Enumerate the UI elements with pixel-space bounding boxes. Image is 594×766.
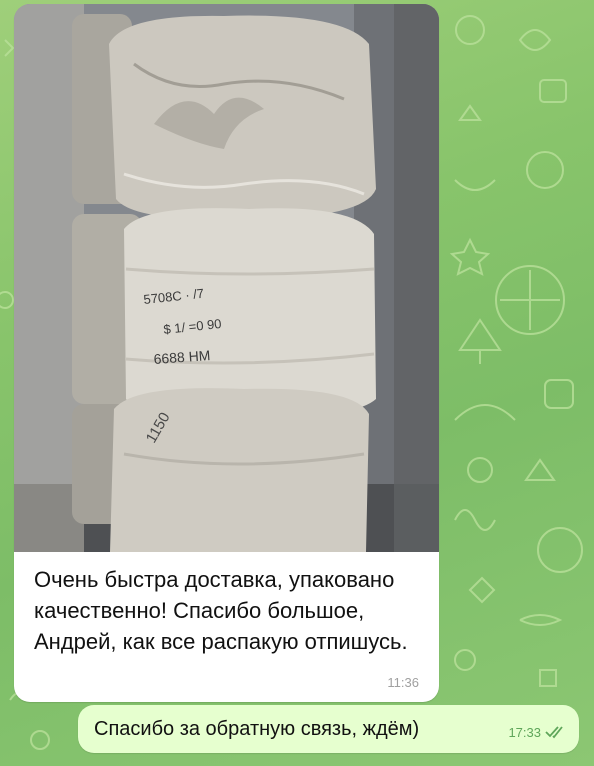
outgoing-message-time: 17:33 (508, 725, 541, 740)
incoming-message-time: 11:36 (387, 675, 419, 690)
outgoing-message-text: Спасибо за обратную связь, ждём) (94, 718, 420, 740)
wrapped-bales-photo[interactable]: 5708С · /7 $ 1/ =0 90 6688 НМ 1150 (14, 4, 439, 552)
incoming-message-text: Очень быстра доставка, упаковано качеств… (34, 567, 408, 654)
double-check-icon (545, 726, 563, 739)
outgoing-message-bubble[interactable]: Спасибо за обратную связь, ждём) 17:33 (78, 705, 579, 753)
incoming-message-bubble[interactable]: 5708С · /7 $ 1/ =0 90 6688 НМ 1150 Очень… (14, 4, 439, 702)
